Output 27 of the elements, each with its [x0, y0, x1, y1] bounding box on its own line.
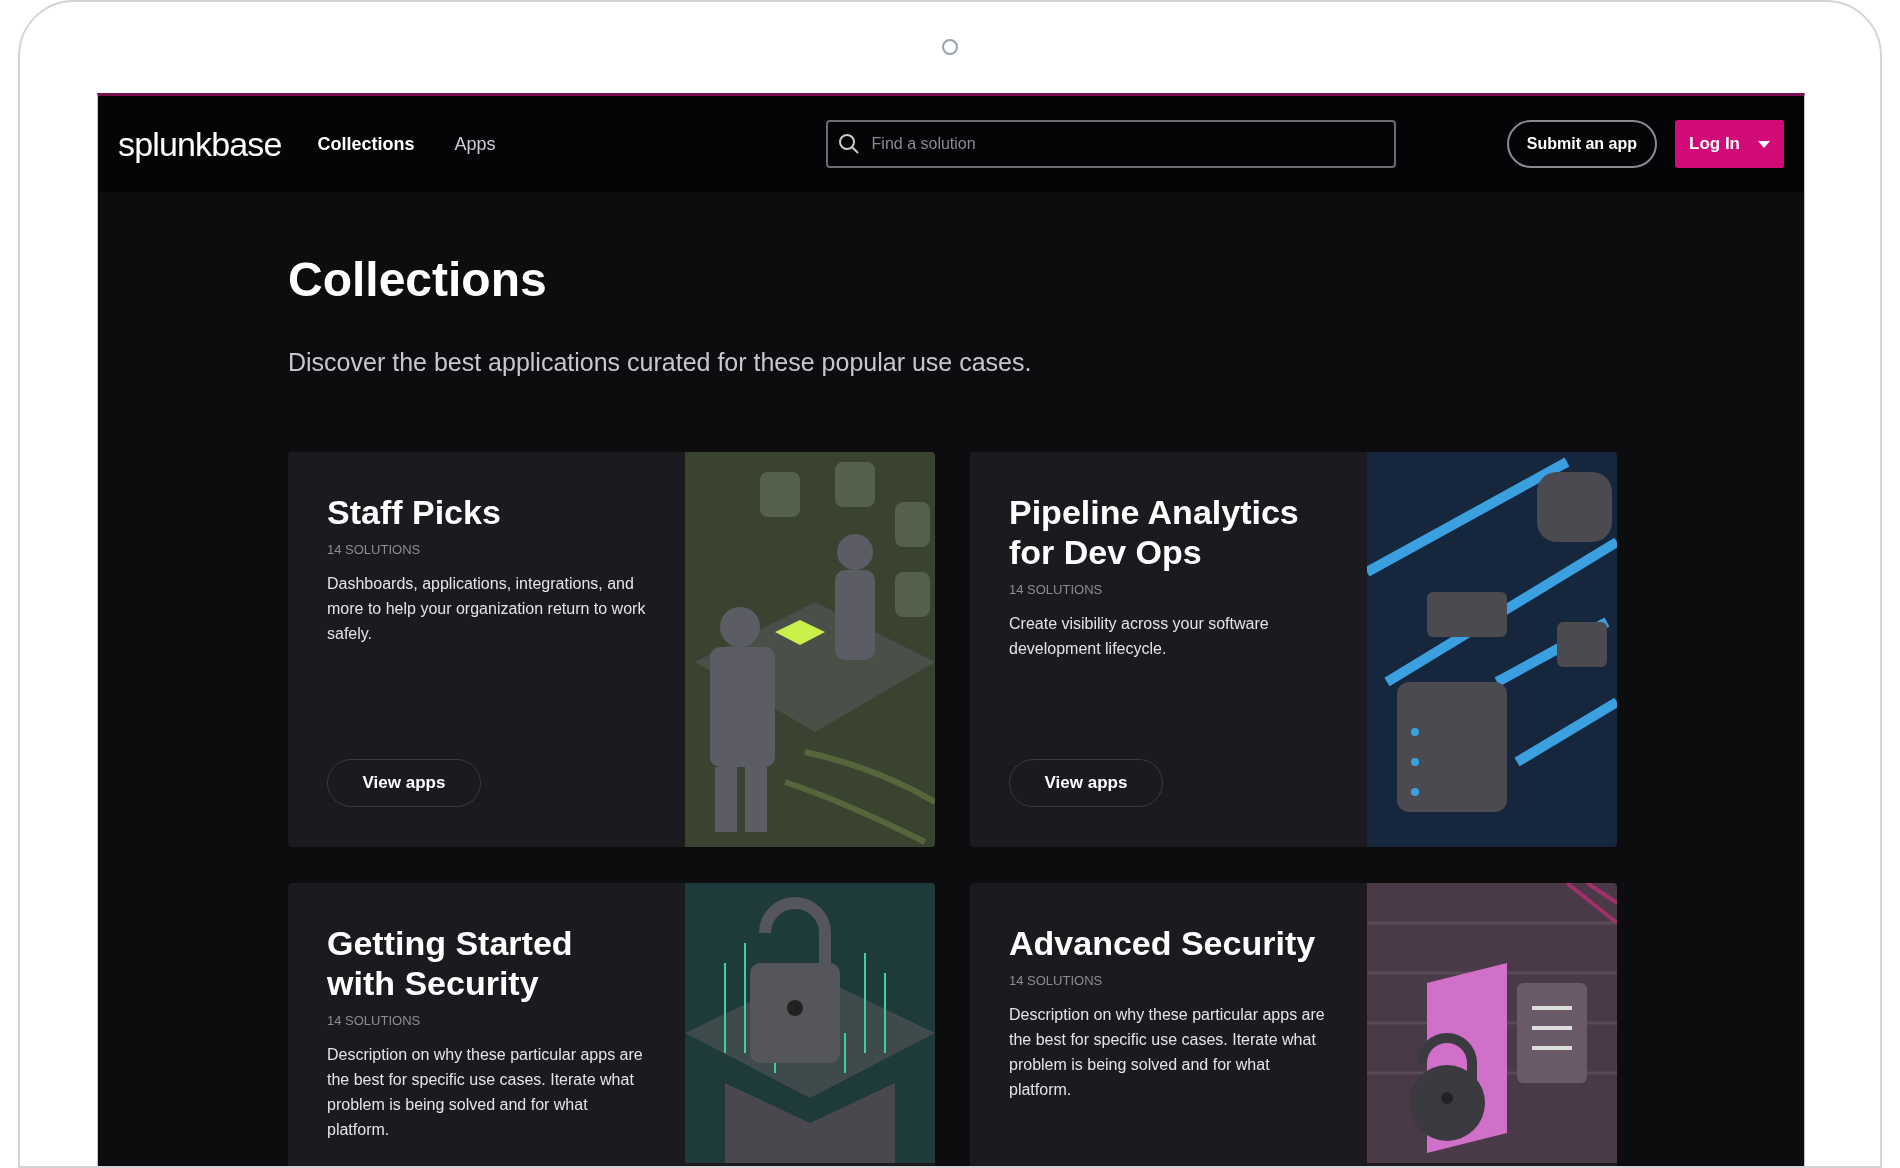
solutions-count: 14 SOLUTIONS — [1009, 971, 1104, 990]
search-icon — [837, 133, 860, 155]
card-title: Staff Picks — [327, 491, 502, 532]
nav-link[interactable]: Apps — [454, 130, 496, 158]
card-description: Create visibility across your software development lifecycle. — [1009, 614, 1270, 659]
collection-card[interactable]: Staff Picks 14 SOLUTIONS Dashboards, applications, integrations, and more to help your organization return to work safely. View apps — [288, 451, 935, 847]
login-button[interactable]: Log In — [1675, 120, 1784, 168]
card-description: Dashboards, applications, integrations, and more to help your organization return to work safely. — [327, 574, 647, 644]
card-title: Pipeline Analytics for Dev Ops — [1009, 491, 1300, 572]
search-field[interactable]: Find a solution — [825, 120, 1396, 168]
card-title: Getting Started with Security — [327, 922, 574, 1003]
collection-card[interactable]: Advanced Security 14 SOLUTIONS Description on why these particular apps are the best for specific use cases. Iterate what problem is being solved and for what platform. — [970, 882, 1617, 1166]
caret-icon — [1758, 140, 1770, 148]
submit-app-button[interactable]: Submit an app — [1506, 120, 1657, 168]
camera-icon — [942, 39, 958, 55]
logo[interactable]: splunkbase — [118, 118, 282, 170]
collection-card[interactable]: Getting Started with Security 14 SOLUTIONS Description on why these particular apps are the best for specific use cases. Iterate what problem is being solved and for what platform. — [288, 882, 935, 1166]
page-subtitle: Discover the best applications curated for these popular use cases. — [288, 347, 1033, 378]
solutions-count: 14 SOLUTIONS — [327, 540, 422, 559]
card-description: Description on why these particular apps are the best for specific use cases. Iterate what problem is being solved and for what platform. — [327, 1045, 644, 1140]
nav-link[interactable]: Collections — [317, 130, 415, 158]
solutions-count: 14 SOLUTIONS — [327, 1011, 422, 1030]
collection-card[interactable]: Pipeline Analytics for Dev Ops 14 SOLUTIONS Create visibility across your software development lifecycle. View apps — [970, 451, 1617, 847]
solutions-count: 14 SOLUTIONS — [1009, 580, 1104, 599]
card-title: Advanced Security — [1009, 922, 1317, 963]
card-description: Description on why these particular apps are the best for specific use cases. Iterate what problem is being solved and for what platform. — [1009, 1005, 1326, 1100]
page-title: Collections — [288, 252, 548, 308]
